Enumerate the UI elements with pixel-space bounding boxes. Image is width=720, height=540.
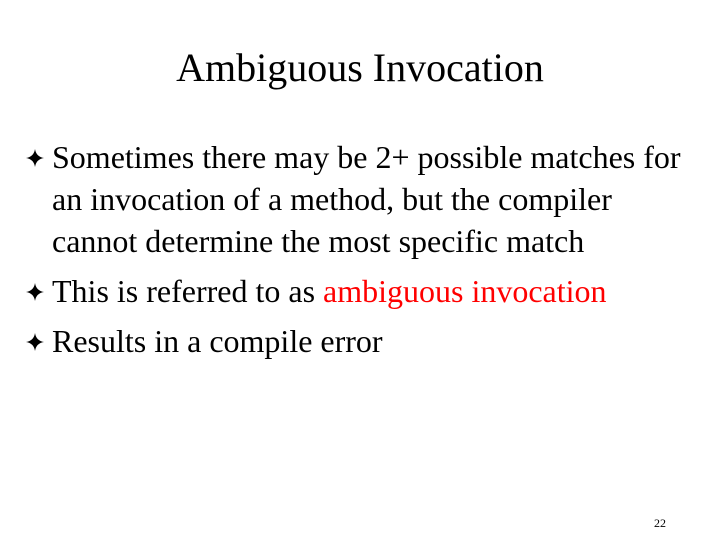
bullet-text-prefix: This is referred to as <box>52 273 324 309</box>
four-point-star-bullet-icon <box>24 281 48 305</box>
bullet-text: Sometimes there may be 2+ possible match… <box>52 139 681 259</box>
four-point-star-bullet-icon <box>24 331 48 355</box>
bullet-text: Results in a compile error <box>52 323 383 359</box>
four-point-star-bullet-icon <box>24 147 48 171</box>
bullet-item-2: This is referred to as ambiguous invocat… <box>24 270 704 312</box>
slide-title: Ambiguous Invocation <box>176 45 544 90</box>
slide: Ambiguous Invocation Sometimes there may… <box>0 0 720 540</box>
bullet-item-1: Sometimes there may be 2+ possible match… <box>24 136 704 262</box>
bullet-list: Sometimes there may be 2+ possible match… <box>24 136 704 370</box>
bullet-item-3: Results in a compile error <box>24 320 704 362</box>
page-number: 22 <box>654 516 666 530</box>
highlighted-term: ambiguous invocation <box>323 273 607 309</box>
